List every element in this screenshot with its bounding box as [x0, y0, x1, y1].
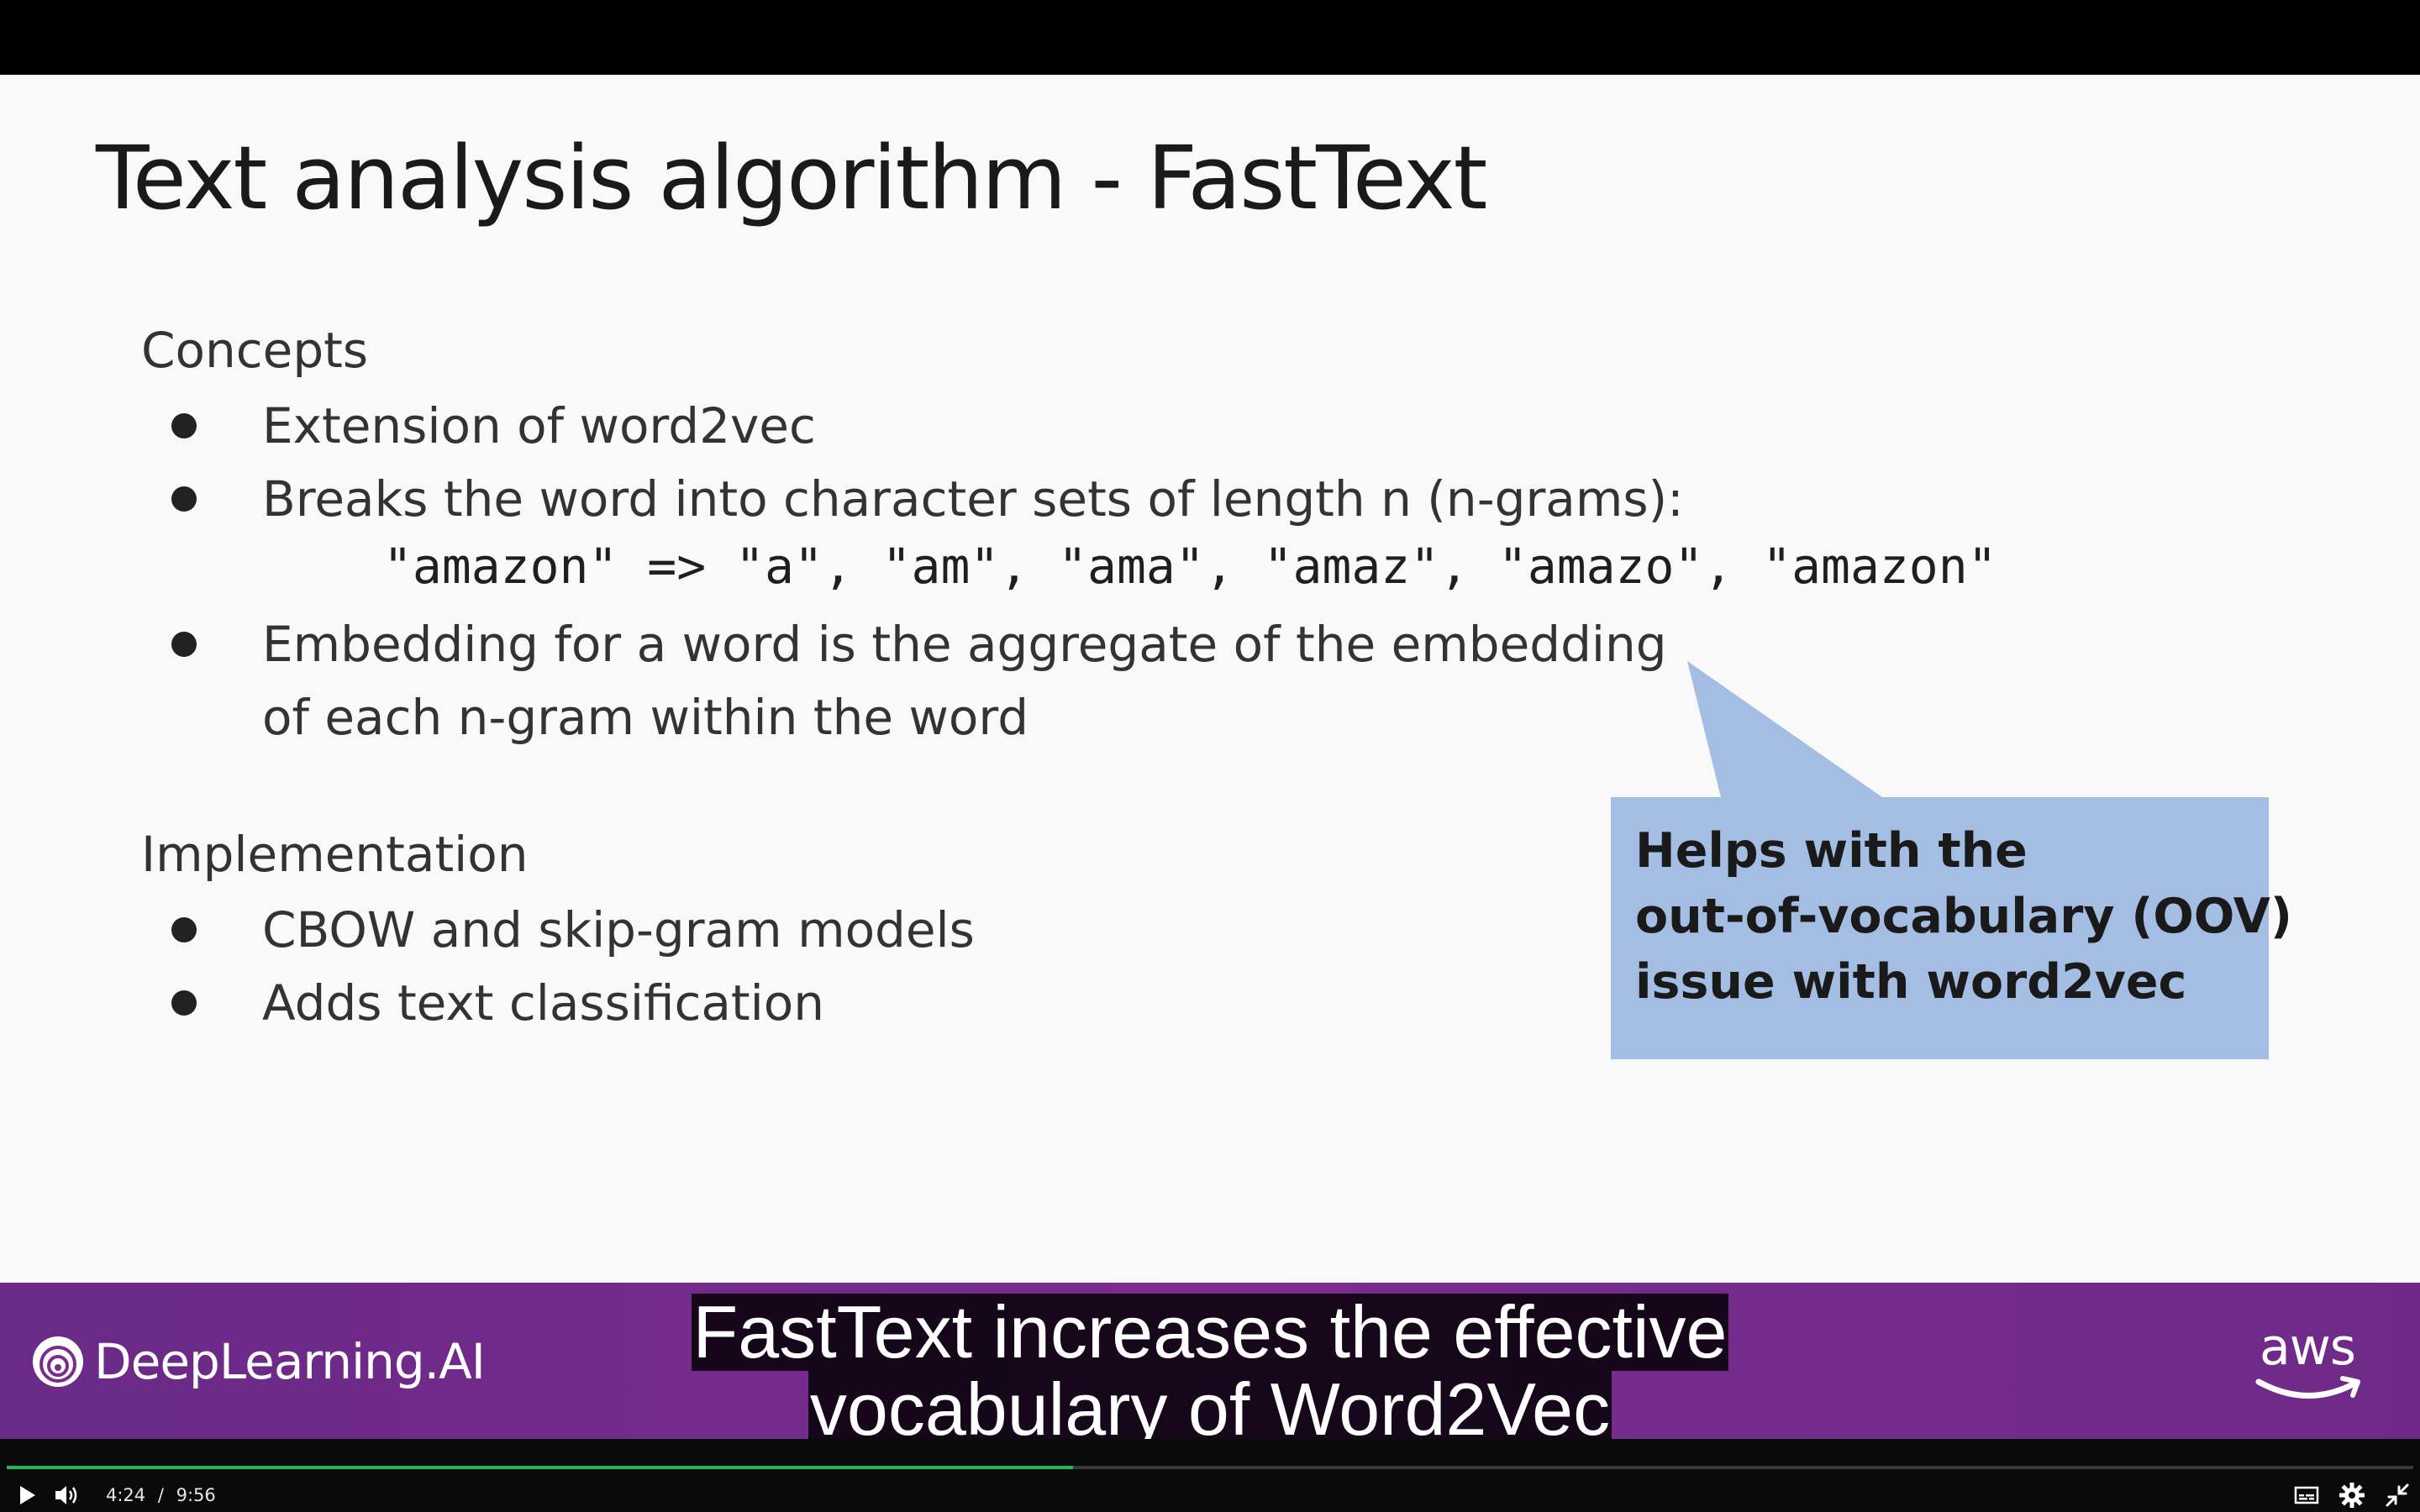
letterbox-top [0, 0, 2420, 75]
callout-line: Helps with the [1635, 823, 2028, 879]
exit-fullscreen-icon[interactable] [2385, 1483, 2410, 1508]
progress-fill [7, 1466, 1073, 1469]
gear-icon[interactable] [2339, 1483, 2365, 1508]
progress-bar[interactable] [7, 1466, 2413, 1469]
callout-shape [1611, 661, 2269, 1059]
captions-icon[interactable] [2294, 1483, 2319, 1508]
slide: Text analysis algorithm - FastText Conce… [0, 75, 2420, 1283]
callout-line: issue with word2vec [1635, 954, 2187, 1010]
duration: 9:56 [176, 1485, 216, 1505]
callout-text: Helps with the out-of-vocabulary (OOV) i… [1635, 818, 2292, 1015]
subtitle-caption: FastText increases the effective vocabul… [0, 1294, 2420, 1448]
volume-icon[interactable] [54, 1483, 81, 1508]
play-icon[interactable] [17, 1483, 39, 1508]
caption-line: vocabulary of Word2Vec [808, 1368, 1612, 1451]
time-display: 4:24 / 9:56 [106, 1483, 216, 1508]
caption-line: FastText increases the effective [691, 1290, 1729, 1373]
video-player-controls: 4:24 / 9:56 [0, 1439, 2420, 1512]
callout-line: out-of-vocabulary (OOV) [1635, 889, 2292, 944]
time-separator: / [157, 1485, 164, 1505]
current-time: 4:24 [106, 1485, 146, 1505]
